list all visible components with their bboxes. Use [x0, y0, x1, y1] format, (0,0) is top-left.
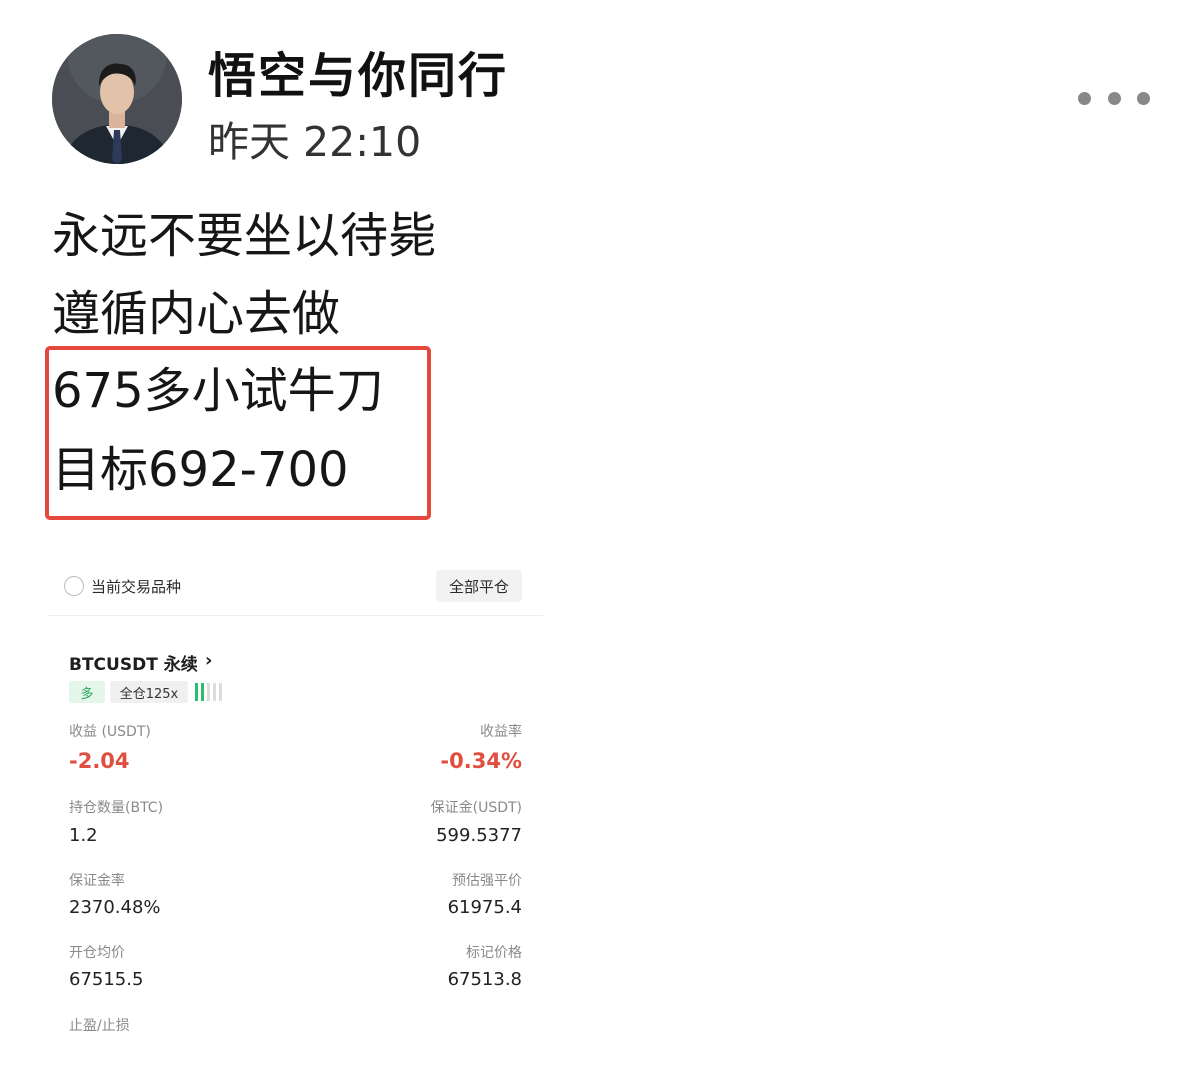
margin-label: 保证金(USDT) — [430, 800, 522, 816]
direction-badge: 多 — [69, 681, 105, 703]
post-text-line: 永远不要坐以待毙 — [52, 208, 437, 264]
close-all-positions-button[interactable]: 全部平仓 — [436, 570, 522, 602]
highlight-annotation-box — [45, 346, 431, 520]
margin-mode-badge: 全仓125x — [110, 681, 188, 703]
margin-ratio-value: 2370.48% — [69, 897, 161, 918]
more-horizontal-icon — [1078, 91, 1091, 105]
signal-bars-icon — [195, 683, 222, 701]
margin-ratio-label: 保证金率 — [69, 873, 125, 889]
card-divider — [48, 615, 543, 616]
author-avatar[interactable] — [52, 34, 182, 164]
mark-price-value: 67513.8 — [447, 969, 522, 990]
position-size-label: 持仓数量(BTC) — [69, 800, 164, 816]
tp-sl-label[interactable]: 止盈/止损 — [69, 1015, 130, 1035]
post-timestamp: 昨天 22:10 — [208, 118, 422, 166]
entry-price-label: 开仓均价 — [69, 945, 125, 961]
post-text-line: 遵循内心去做 — [52, 286, 341, 342]
radio-circle-icon[interactable] — [64, 576, 84, 596]
position-symbol[interactable]: BTCUSDT 永续 — [69, 650, 198, 675]
more-options-button[interactable] — [1078, 86, 1150, 110]
liquidation-price-value: 61975.4 — [447, 897, 522, 918]
pnl-label: 收益 (USDT) — [69, 724, 151, 740]
margin-value: 599.5377 — [436, 825, 522, 846]
avatar-portrait-image — [52, 34, 182, 164]
mark-price-label: 标记价格 — [466, 945, 522, 961]
current-symbol-filter-label[interactable]: 当前交易品种 — [91, 576, 181, 597]
chevron-right-icon[interactable]: › — [205, 650, 212, 671]
entry-price-value: 67515.5 — [69, 969, 144, 990]
roe-value: -0.34% — [440, 749, 522, 773]
author-name[interactable]: 悟空与你同行 — [208, 36, 508, 106]
position-size-value: 1.2 — [69, 825, 98, 846]
roe-label: 收益率 — [480, 724, 522, 740]
pnl-value: -2.04 — [69, 749, 130, 773]
liquidation-price-label: 预估强平价 — [452, 873, 522, 889]
